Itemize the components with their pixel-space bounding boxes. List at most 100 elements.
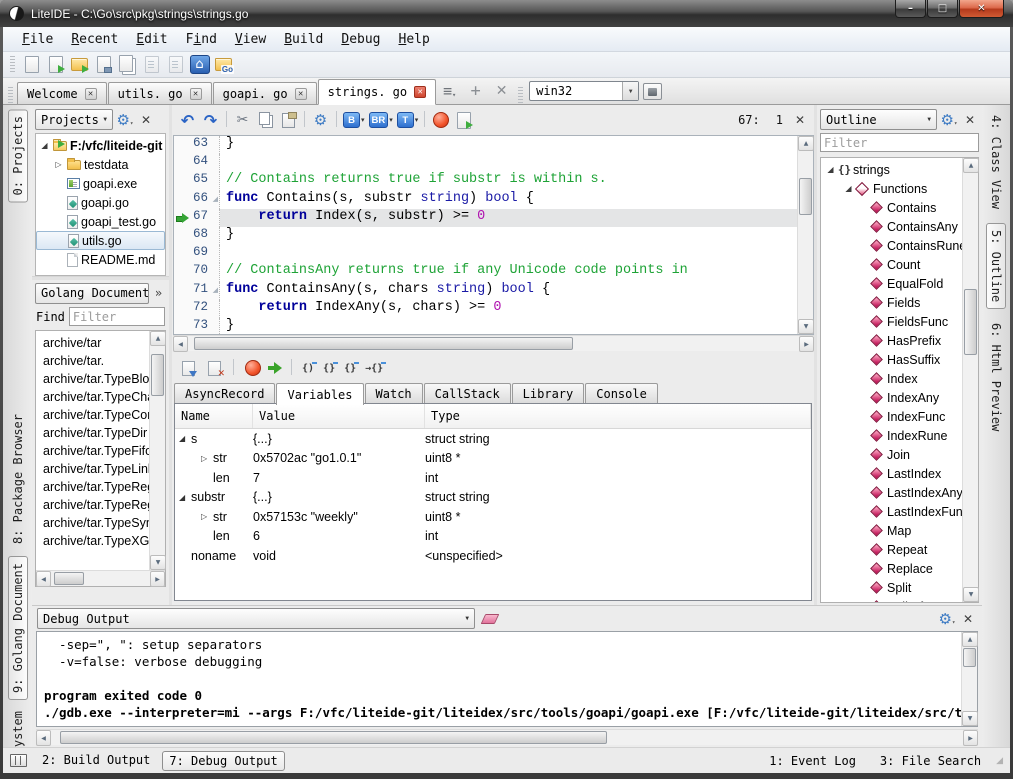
new-tab-icon[interactable] — [463, 80, 488, 102]
go-env-icon[interactable] — [213, 54, 234, 75]
close-button[interactable]: ✕ — [959, 0, 1004, 18]
debug-tab-watch[interactable]: Watch — [365, 383, 423, 403]
showline-icon[interactable] — [178, 358, 199, 379]
tab-list-icon[interactable] — [437, 80, 462, 102]
gutter[interactable]: 69 — [174, 245, 220, 263]
scroll-track[interactable] — [51, 571, 150, 586]
expander-icon[interactable]: ▷ — [201, 512, 213, 521]
godoc-list-item[interactable]: archive/tar.TypeChar — [43, 388, 149, 406]
godoc-vscrollbar[interactable]: ▲▼ — [149, 331, 165, 570]
editor-vscrollbar[interactable]: ▲▼ — [797, 136, 813, 334]
scroll-down-icon[interactable]: ▼ — [962, 711, 978, 726]
gutter[interactable]: 70 — [174, 263, 220, 281]
scroll-track[interactable] — [962, 647, 977, 711]
fold-marker-icon[interactable]: ◢ — [213, 286, 218, 294]
cut-icon[interactable] — [232, 110, 253, 131]
close-icon[interactable]: ✕ — [137, 111, 155, 129]
scroll-up-icon[interactable]: ▲ — [798, 136, 814, 151]
table-row[interactable]: ◢s{...}struct string — [175, 429, 811, 449]
scroll-thumb[interactable] — [151, 354, 164, 396]
close-editor-icon[interactable]: ✕ — [791, 111, 809, 129]
outline-function-splitafter[interactable]: SplitAfter — [821, 597, 962, 602]
outline-group-functions[interactable]: ◢Functions — [821, 179, 962, 198]
expander-icon[interactable]: ◢ — [843, 184, 854, 193]
gutter[interactable]: 68 — [174, 227, 220, 245]
title-bar[interactable]: LiteIDE - C:\Go\src\pkg\strings\strings.… — [0, 0, 1013, 27]
gutter[interactable]: 64 — [174, 154, 220, 172]
outline-function-count[interactable]: Count — [821, 255, 962, 274]
table-row[interactable]: ◢substr{...}struct string — [175, 488, 811, 508]
code-editor[interactable]: 63}6465// Contains returns true if subst… — [173, 135, 814, 335]
scroll-track[interactable] — [150, 346, 165, 555]
menu-build[interactable]: Build — [275, 30, 332, 49]
tab-close-icon[interactable]: ✕ — [414, 86, 426, 98]
tab-utils-go[interactable]: utils. go✕ — [108, 82, 212, 104]
undo-icon[interactable] — [177, 110, 198, 131]
outline-function-lastindexfunc[interactable]: LastIndexFunc — [821, 502, 962, 521]
dock-tab-4-class-view[interactable]: 4: Class View — [987, 109, 1005, 215]
outline-selector-combo[interactable]: Outline ▼ — [820, 109, 937, 130]
step-over-icon[interactable]: {} — [321, 361, 337, 376]
table-row[interactable]: ▷str0x57153c "weekly"uint8 * — [175, 507, 811, 527]
debug-output-vscrollbar[interactable]: ▲▼ — [961, 632, 977, 726]
outline-filter-input[interactable] — [820, 133, 979, 152]
gear-icon[interactable] — [116, 111, 134, 129]
debug-tab-callstack[interactable]: CallStack — [424, 383, 511, 403]
tab-strings-go[interactable]: strings. go✕ — [318, 79, 436, 105]
expander-icon[interactable]: ◢ — [39, 141, 50, 150]
scroll-track[interactable] — [963, 173, 978, 587]
run-icon[interactable] — [453, 110, 474, 131]
outline-function-index[interactable]: Index — [821, 369, 962, 388]
gear-icon[interactable] — [940, 111, 958, 129]
column-header-value[interactable]: Value — [253, 404, 425, 428]
table-row[interactable]: ▷str0x5702ac "go1.0.1"uint8 * — [175, 449, 811, 469]
close-icon[interactable]: ✕ — [961, 111, 979, 129]
debug-output-hscrollbar[interactable]: ◀▶ — [36, 729, 978, 745]
close-tab-icon[interactable] — [489, 80, 514, 102]
outline-function-join[interactable]: Join — [821, 445, 962, 464]
menu-file[interactable]: File — [13, 30, 62, 49]
debug-tab-console[interactable]: Console — [585, 383, 658, 403]
open-file-icon[interactable] — [45, 54, 66, 75]
table-row[interactable]: nonamevoid<unspecified> — [175, 546, 811, 566]
paste-icon[interactable] — [278, 110, 299, 131]
redo-icon[interactable] — [200, 110, 221, 131]
copy-icon[interactable] — [255, 110, 276, 131]
minimize-button[interactable]: – — [895, 0, 926, 18]
clear-output-icon[interactable] — [480, 611, 498, 626]
gutter[interactable]: 67 — [174, 209, 220, 227]
save-file-icon[interactable] — [93, 54, 114, 75]
scroll-thumb[interactable] — [799, 178, 812, 215]
runto-line-icon[interactable]: →{} — [363, 361, 385, 376]
breakpoint-icon[interactable] — [242, 358, 263, 379]
scroll-thumb[interactable] — [194, 337, 573, 350]
outline-function-indexany[interactable]: IndexAny — [821, 388, 962, 407]
new-file-icon[interactable] — [21, 54, 42, 75]
project-tree-item[interactable]: goapi.exe — [36, 174, 165, 193]
scroll-left-icon[interactable]: ◀ — [36, 571, 51, 587]
outline-function-indexrune[interactable]: IndexRune — [821, 426, 962, 445]
outline-function-fields[interactable]: Fields — [821, 293, 962, 312]
scroll-down-icon[interactable]: ▼ — [798, 319, 814, 334]
debug-output-selector-combo[interactable]: Debug Output ▼ — [37, 608, 475, 629]
column-header-name[interactable]: Name — [175, 404, 253, 428]
home-icon[interactable] — [189, 54, 210, 75]
godoc-list-item[interactable]: archive/tar — [43, 334, 149, 352]
scroll-thumb[interactable] — [964, 289, 977, 355]
scroll-thumb[interactable] — [963, 648, 976, 667]
scroll-track[interactable] — [798, 151, 813, 319]
outline-function-indexfunc[interactable]: IndexFunc — [821, 407, 962, 426]
godoc-list-item[interactable]: archive/tar.TypeDir — [43, 424, 149, 442]
godoc-list-item[interactable]: archive/tar.TypeLink — [43, 460, 149, 478]
menu-edit[interactable]: Edit — [127, 30, 176, 49]
outline-function-lastindexany[interactable]: LastIndexAny — [821, 483, 962, 502]
table-row[interactable]: len6int — [175, 527, 811, 547]
scroll-left-icon[interactable]: ◀ — [173, 336, 188, 352]
scroll-thumb[interactable] — [60, 731, 607, 744]
step-out-icon[interactable]: {} — [342, 361, 358, 376]
resize-grip[interactable]: ◢ — [996, 756, 1003, 766]
split-window-icon[interactable] — [10, 754, 27, 767]
expander-icon[interactable]: ▷ — [201, 454, 213, 463]
close-icon[interactable]: ✕ — [959, 610, 977, 628]
godoc-list-item[interactable]: archive/tar.TypeXGlobalHeader — [43, 532, 149, 550]
